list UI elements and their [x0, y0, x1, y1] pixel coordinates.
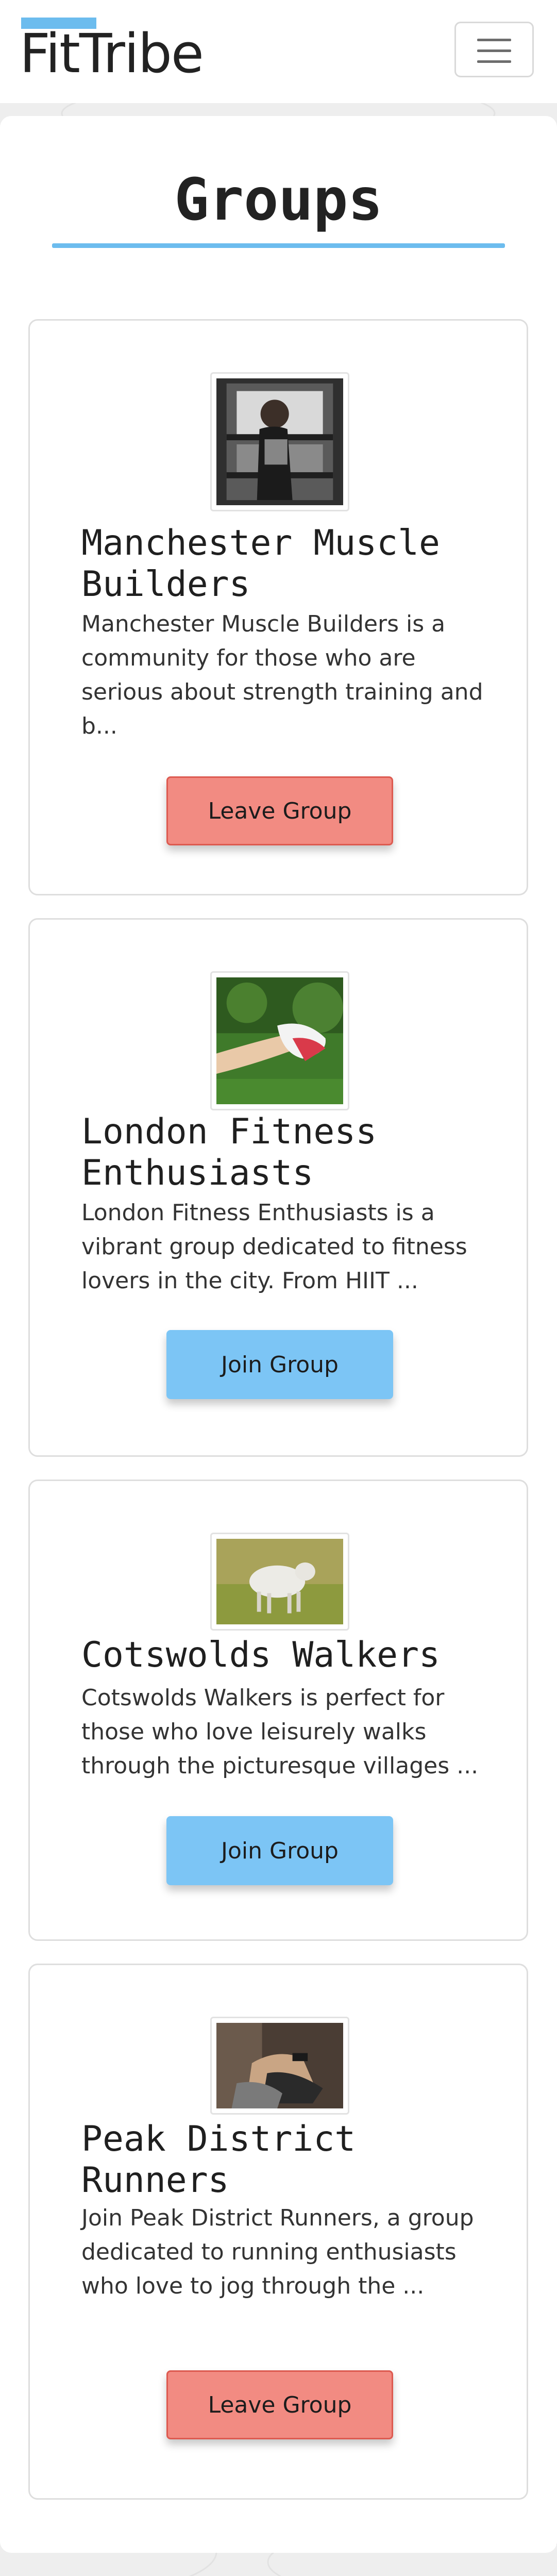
groups-container: Groups Manchester Muscle Builders Manche… [0, 116, 557, 2553]
leave-group-button[interactable]: Leave Group [166, 776, 393, 845]
hamburger-menu-icon [477, 39, 511, 41]
group-card: London Fitness Enthusiasts London Fitnes… [28, 918, 528, 1457]
group-description: Cotswolds Walkers is perfect for those w… [81, 1685, 479, 1779]
title-underline [52, 243, 505, 248]
group-image [210, 1533, 349, 1631]
page-title: Groups [174, 167, 383, 234]
group-description: Join Peak District Runners, a group dedi… [81, 2205, 474, 2299]
group-name: Cotswolds Walkers [81, 1635, 440, 1675]
group-card: Cotswolds Walkers Cotswolds Walkers is p… [28, 1480, 528, 1941]
runner-tying-shoe-photo [216, 2023, 343, 2108]
gym-woman-photo [216, 378, 343, 505]
join-group-button[interactable]: Join Group [166, 1816, 393, 1885]
lamb-field-photo [216, 1539, 343, 1624]
group-description: Manchester Muscle Builders is a communit… [81, 611, 483, 739]
navbar: FitTribe [0, 0, 557, 103]
leave-group-button[interactable]: Leave Group [166, 2370, 393, 2439]
group-description: London Fitness Enthusiasts is a vibrant … [81, 1200, 467, 1294]
group-image [210, 372, 349, 511]
group-image [210, 2017, 349, 2115]
hamburger-menu-icon-line [477, 60, 511, 63]
group-name: Peak District Runners [81, 2119, 356, 2201]
hamburger-menu-icon-line [477, 49, 511, 52]
group-image [210, 971, 349, 1110]
group-name: London Fitness Enthusiasts [81, 1111, 377, 1193]
join-group-button[interactable]: Join Group [166, 1330, 393, 1399]
brand-logo[interactable]: FitTribe [20, 27, 204, 80]
group-card: Peak District Runners Join Peak District… [28, 1964, 528, 2500]
menu-toggle-button[interactable] [454, 22, 534, 77]
group-name: Manchester Muscle Builders [81, 523, 440, 605]
running-shoes-grass-photo [216, 977, 343, 1104]
group-card: Manchester Muscle Builders Manchester Mu… [28, 319, 528, 895]
